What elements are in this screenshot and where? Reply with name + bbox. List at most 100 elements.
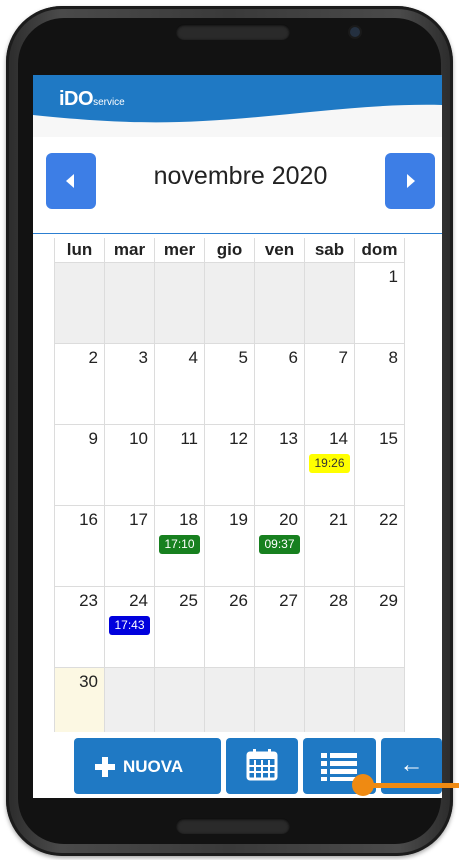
calendar-day-cell[interactable]: 21 <box>304 505 355 587</box>
calendar-empty-cell[interactable] <box>104 262 155 344</box>
calendar-day-cell[interactable]: 3 <box>104 343 155 425</box>
day-number: 9 <box>88 429 98 448</box>
calendar-day-cell[interactable]: 16 <box>54 505 105 587</box>
calendar-empty-cell[interactable] <box>154 262 205 344</box>
day-number: 23 <box>79 591 98 610</box>
weekday-header: ven <box>254 238 305 263</box>
calendar-day-cell[interactable]: 17 <box>104 505 155 587</box>
day-number: 14 <box>329 429 348 448</box>
calendar-grid: lun mar mer gio ven sab dom 1 2 3 4 5 6 7 8 9 10 11 12 13 1… <box>54 238 405 749</box>
day-number: 30 <box>79 672 98 691</box>
calendar-empty-cell[interactable] <box>304 262 355 344</box>
calendar-day-cell[interactable]: 14 19:26 <box>304 424 355 506</box>
day-number: 2 <box>88 348 98 367</box>
calendar-day-cell[interactable]: 13 <box>254 424 305 506</box>
day-number: 6 <box>288 348 298 367</box>
back-arrow-icon: ← <box>399 751 424 778</box>
calendar-week-row: 9 10 11 12 13 14 19:26 15 <box>54 424 405 506</box>
calendar-empty-cell[interactable] <box>54 262 105 344</box>
calendar-day-cell[interactable]: 27 <box>254 586 305 668</box>
calendar-week-row: 1 <box>54 262 405 344</box>
calendar-day-cell[interactable]: 29 <box>354 586 405 668</box>
chevron-left-icon <box>66 174 74 188</box>
day-number: 21 <box>329 510 348 529</box>
day-number: 24 <box>129 591 148 610</box>
calendar-day-cell[interactable]: 20 09:37 <box>254 505 305 587</box>
calendar-day-cell[interactable]: 28 <box>304 586 355 668</box>
callout-pointer-line <box>366 783 459 788</box>
new-button-label: NUOVA <box>123 757 184 776</box>
calendar-day-cell[interactable]: 7 <box>304 343 355 425</box>
day-number: 10 <box>129 429 148 448</box>
app-header: iDOservice <box>33 75 442 137</box>
day-number: 18 <box>179 510 198 529</box>
day-number: 3 <box>138 348 148 367</box>
bottom-toolbar: NUOVA ← <box>33 732 442 798</box>
calendar-day-cell[interactable]: 18 17:10 <box>154 505 205 587</box>
day-number: 22 <box>379 510 398 529</box>
calendar-day-cell[interactable]: 15 <box>354 424 405 506</box>
day-number: 17 <box>129 510 148 529</box>
calendar-view-button[interactable] <box>226 738 298 794</box>
calendar-body: 1 2 3 4 5 6 7 8 9 10 11 12 13 14 19:26 15 16 17 18 17:10 19 2… <box>54 262 405 749</box>
day-number: 11 <box>180 429 198 448</box>
next-month-button[interactable] <box>385 153 435 209</box>
day-number: 27 <box>279 591 298 610</box>
earpiece-speaker <box>176 24 290 40</box>
calendar-day-cell[interactable]: 11 <box>154 424 205 506</box>
weekday-header-row: lun mar mer gio ven sab dom <box>54 238 405 263</box>
day-number: 15 <box>379 429 398 448</box>
calendar-day-cell[interactable]: 2 <box>54 343 105 425</box>
calendar-day-cell[interactable]: 6 <box>254 343 305 425</box>
calendar-day-cell[interactable]: 25 <box>154 586 205 668</box>
logo-sub: service <box>93 97 125 108</box>
weekday-header: mer <box>154 238 205 263</box>
event-badge[interactable]: 19:26 <box>309 454 350 473</box>
calendar-week-row: 23 24 17:43 25 26 27 28 29 <box>54 586 405 668</box>
event-badge[interactable]: 09:37 <box>259 535 300 554</box>
calendar-day-cell[interactable]: 10 <box>104 424 155 506</box>
calendar-day-cell[interactable]: 5 <box>204 343 255 425</box>
calendar-empty-cell[interactable] <box>204 262 255 344</box>
day-number: 26 <box>229 591 248 610</box>
chevron-right-icon <box>407 174 415 188</box>
calendar-day-cell[interactable]: 24 17:43 <box>104 586 155 668</box>
calendar-day-cell[interactable]: 23 <box>54 586 105 668</box>
weekday-header: mar <box>104 238 155 263</box>
event-badge[interactable]: 17:10 <box>159 535 200 554</box>
calendar-day-cell[interactable]: 4 <box>154 343 205 425</box>
calendar-day-cell[interactable]: 19 <box>204 505 255 587</box>
calendar-day-cell[interactable]: 26 <box>204 586 255 668</box>
day-number: 12 <box>229 429 248 448</box>
new-appointment-button[interactable]: NUOVA <box>74 738 221 794</box>
day-number: 20 <box>279 510 298 529</box>
day-number: 28 <box>329 591 348 610</box>
weekday-header: sab <box>304 238 355 263</box>
day-number: 4 <box>188 348 198 367</box>
calendar-day-cell[interactable]: 9 <box>54 424 105 506</box>
weekday-header: dom <box>354 238 405 263</box>
previous-month-button[interactable] <box>46 153 96 209</box>
day-number: 19 <box>229 510 248 529</box>
bottom-speaker <box>176 818 290 834</box>
logo-main: iDO <box>59 88 94 110</box>
callout-pointer-dot <box>352 774 374 796</box>
event-badge[interactable]: 17:43 <box>109 616 150 635</box>
plus-icon <box>95 757 115 777</box>
calendar-empty-cell[interactable] <box>254 262 305 344</box>
app-screen: iDOservice novembre 2020 lun mar mer gio ven… <box>33 75 442 798</box>
calendar-day-cell[interactable]: 22 <box>354 505 405 587</box>
calendar-week-row: 16 17 18 17:10 19 20 09:37 21 22 <box>54 505 405 587</box>
day-number: 13 <box>279 429 298 448</box>
weekday-header: gio <box>204 238 255 263</box>
day-number: 29 <box>379 591 398 610</box>
day-number: 1 <box>388 267 398 286</box>
day-number: 16 <box>79 510 98 529</box>
day-number: 25 <box>179 591 198 610</box>
day-number: 7 <box>338 348 348 367</box>
calendar-day-cell[interactable]: 1 <box>354 262 405 344</box>
calendar-day-cell[interactable]: 12 <box>204 424 255 506</box>
calendar-week-row: 2 3 4 5 6 7 8 <box>54 343 405 425</box>
calendar-day-cell[interactable]: 8 <box>354 343 405 425</box>
month-title: novembre 2020 <box>153 162 328 190</box>
